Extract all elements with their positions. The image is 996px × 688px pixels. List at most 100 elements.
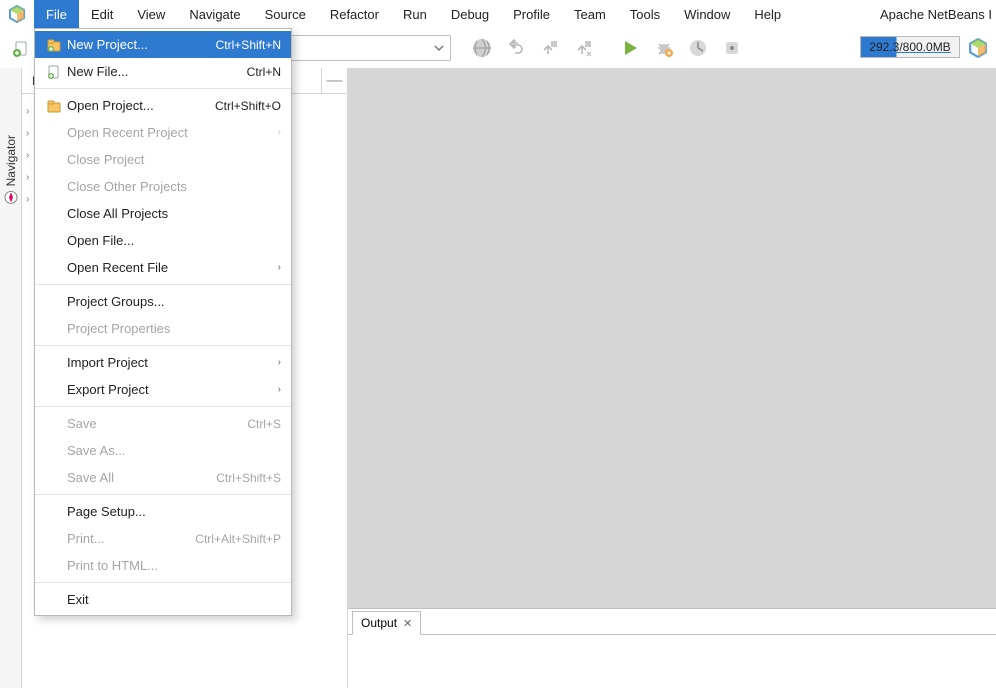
file-menu-page-setup[interactable]: Page Setup... bbox=[35, 498, 291, 525]
panel-minimize-button[interactable]: — bbox=[321, 68, 347, 93]
editor-area: Output ✕ bbox=[348, 68, 996, 688]
menu-run[interactable]: Run bbox=[391, 0, 439, 28]
menu-item-label: Open Recent Project bbox=[65, 125, 278, 140]
profile-icon[interactable] bbox=[683, 33, 713, 63]
menu-item-label: Export Project bbox=[65, 382, 278, 397]
file-menu-open-file[interactable]: Open File... bbox=[35, 227, 291, 254]
menu-navigate[interactable]: Navigate bbox=[177, 0, 252, 28]
menu-separator bbox=[35, 406, 291, 407]
file-menu-print: Print...Ctrl+Alt+Shift+P bbox=[35, 525, 291, 552]
menu-item-shortcut: Ctrl+Shift+S bbox=[216, 471, 281, 485]
run-icon[interactable] bbox=[615, 33, 645, 63]
file-menu-new-file[interactable]: New File...Ctrl+N bbox=[35, 58, 291, 85]
file-menu-save-all: Save AllCtrl+Shift+S bbox=[35, 464, 291, 491]
open-project-icon bbox=[43, 98, 65, 114]
menu-tools[interactable]: Tools bbox=[618, 0, 672, 28]
file-menu-dropdown: New Project...Ctrl+Shift+NNew File...Ctr… bbox=[34, 28, 292, 616]
navigator-side-tab-label: Navigator bbox=[4, 135, 18, 186]
chevron-right-icon: › bbox=[278, 127, 281, 138]
globe-icon[interactable] bbox=[467, 33, 497, 63]
chevron-right-icon: › bbox=[278, 357, 281, 368]
menu-profile[interactable]: Profile bbox=[501, 0, 562, 28]
file-menu-close-all-projects[interactable]: Close All Projects bbox=[35, 200, 291, 227]
menu-item-shortcut: Ctrl+S bbox=[247, 417, 281, 431]
menu-item-shortcut: Ctrl+Shift+O bbox=[215, 99, 281, 113]
file-menu-open-recent-project: Open Recent Project› bbox=[35, 119, 291, 146]
file-menu-close-project: Close Project bbox=[35, 146, 291, 173]
new-project-icon bbox=[43, 37, 65, 53]
menu-item-label: Open File... bbox=[65, 233, 281, 248]
menu-separator bbox=[35, 345, 291, 346]
editor-empty bbox=[348, 68, 996, 608]
file-menu-open-project[interactable]: Open Project...Ctrl+Shift+O bbox=[35, 92, 291, 119]
close-icon[interactable]: ✕ bbox=[403, 617, 412, 630]
menu-item-label: Save All bbox=[65, 470, 216, 485]
output-tab[interactable]: Output ✕ bbox=[352, 611, 421, 635]
menu-help[interactable]: Help bbox=[742, 0, 793, 28]
output-tab-label: Output bbox=[361, 616, 397, 630]
menu-item-label: Open Project... bbox=[65, 98, 215, 113]
memory-usage[interactable]: 292.3/800.0MB bbox=[860, 36, 960, 58]
menu-item-label: New Project... bbox=[65, 37, 216, 52]
menu-item-label: Project Groups... bbox=[65, 294, 281, 309]
file-menu-open-recent-file[interactable]: Open Recent File› bbox=[35, 254, 291, 281]
debug-icon[interactable] bbox=[649, 33, 679, 63]
menu-item-label: Print... bbox=[65, 531, 195, 546]
menu-debug[interactable]: Debug bbox=[439, 0, 501, 28]
build-icon[interactable] bbox=[535, 33, 565, 63]
file-menu-project-groups[interactable]: Project Groups... bbox=[35, 288, 291, 315]
menu-item-label: Page Setup... bbox=[65, 504, 281, 519]
file-menu-save: SaveCtrl+S bbox=[35, 410, 291, 437]
config-select[interactable] bbox=[286, 35, 451, 61]
app-logo-icon bbox=[0, 0, 34, 28]
menu-source[interactable]: Source bbox=[253, 0, 318, 28]
compass-icon bbox=[4, 190, 18, 204]
file-menu-import-project[interactable]: Import Project› bbox=[35, 349, 291, 376]
menu-view[interactable]: View bbox=[125, 0, 177, 28]
menu-edit[interactable]: Edit bbox=[79, 0, 125, 28]
attach-icon[interactable] bbox=[717, 33, 747, 63]
menu-item-label: Save As... bbox=[65, 443, 281, 458]
chevron-right-icon: › bbox=[26, 194, 29, 205]
menu-item-label: Close All Projects bbox=[65, 206, 281, 221]
app-title: Apache NetBeans I bbox=[880, 0, 996, 28]
menu-item-shortcut: Ctrl+N bbox=[247, 65, 281, 79]
output-panel: Output ✕ bbox=[348, 608, 996, 688]
new-file-toolbar-icon[interactable] bbox=[6, 34, 36, 64]
menu-separator bbox=[35, 494, 291, 495]
navigator-side-tab[interactable]: Navigator bbox=[3, 128, 19, 211]
file-menu-new-project[interactable]: New Project...Ctrl+Shift+N bbox=[35, 31, 291, 58]
menu-separator bbox=[35, 284, 291, 285]
app-logo-right-icon bbox=[964, 34, 992, 62]
menu-item-label: Close Other Projects bbox=[65, 179, 281, 194]
menu-window[interactable]: Window bbox=[672, 0, 742, 28]
chevron-right-icon: › bbox=[278, 384, 281, 395]
menu-separator bbox=[35, 582, 291, 583]
menu-team[interactable]: Team bbox=[562, 0, 618, 28]
chevron-right-icon: › bbox=[26, 128, 29, 139]
file-menu-export-project[interactable]: Export Project› bbox=[35, 376, 291, 403]
menu-item-label: Exit bbox=[65, 592, 281, 607]
menu-item-label: New File... bbox=[65, 64, 247, 79]
menu-item-label: Close Project bbox=[65, 152, 281, 167]
chevron-right-icon: › bbox=[26, 106, 29, 117]
chevron-right-icon: › bbox=[278, 262, 281, 273]
file-menu-save-as: Save As... bbox=[35, 437, 291, 464]
menu-item-label: Project Properties bbox=[65, 321, 281, 336]
menubar-items: FileEditViewNavigateSourceRefactorRunDeb… bbox=[34, 0, 793, 28]
chevron-right-icon: › bbox=[26, 172, 29, 183]
new-file-icon bbox=[43, 64, 65, 80]
file-menu-print-to-html: Print to HTML... bbox=[35, 552, 291, 579]
undo-icon[interactable] bbox=[501, 33, 531, 63]
menu-item-shortcut: Ctrl+Alt+Shift+P bbox=[195, 532, 281, 546]
file-menu-close-other-projects: Close Other Projects bbox=[35, 173, 291, 200]
menu-file[interactable]: File bbox=[34, 0, 79, 28]
menubar: FileEditViewNavigateSourceRefactorRunDeb… bbox=[0, 0, 996, 28]
clean-build-icon[interactable] bbox=[569, 33, 599, 63]
menu-separator bbox=[35, 88, 291, 89]
file-menu-project-properties: Project Properties bbox=[35, 315, 291, 342]
menu-refactor[interactable]: Refactor bbox=[318, 0, 391, 28]
menu-item-label: Save bbox=[65, 416, 247, 431]
file-menu-exit[interactable]: Exit bbox=[35, 586, 291, 613]
side-dock: Navigator bbox=[0, 68, 22, 688]
